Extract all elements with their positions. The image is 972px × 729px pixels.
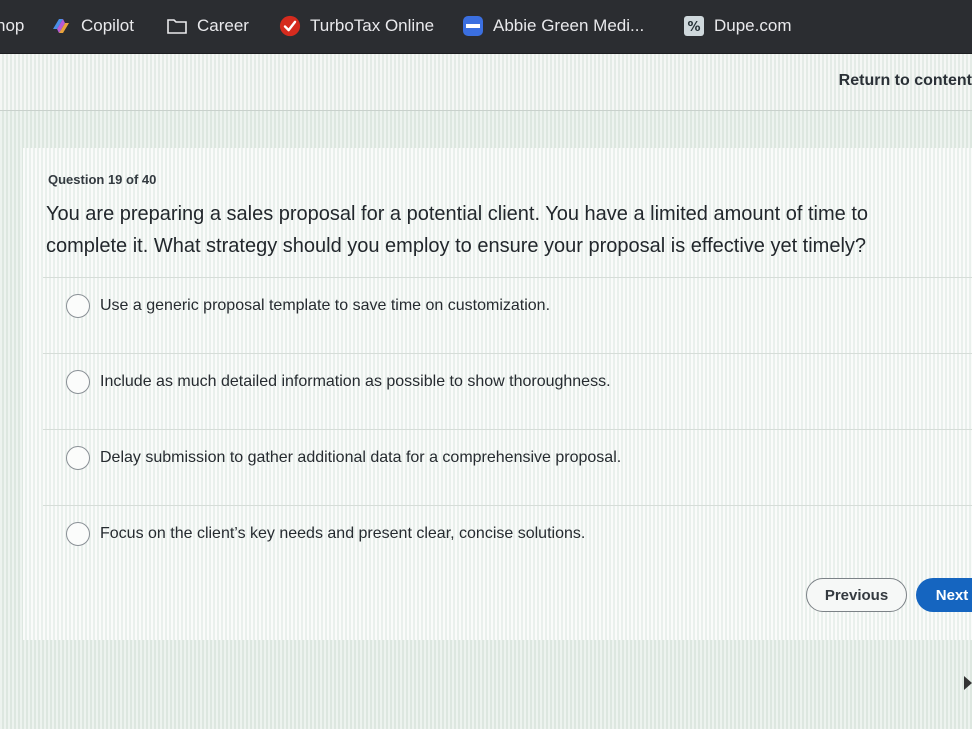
bookmark-copilot[interactable]: Copilot	[50, 13, 134, 39]
answer-option-3[interactable]: Delay submission to gather additional da…	[43, 429, 972, 485]
bookmark-label: TurboTax Online	[310, 16, 435, 35]
question-text: You are preparing a sales proposal for a…	[46, 203, 869, 257]
page-header: Return to content	[0, 54, 972, 111]
bookmark-turbotax[interactable]: TurboTax Online	[279, 13, 434, 39]
svg-text:%: %	[687, 20, 700, 35]
previous-button[interactable]: Previous	[806, 578, 907, 612]
answer-option-2[interactable]: Include as much detailed information as …	[43, 353, 972, 409]
radio-button[interactable]	[66, 293, 90, 318]
next-button[interactable]: Next	[916, 578, 972, 612]
medical-icon	[462, 15, 484, 37]
return-to-content-link[interactable]: Return to content	[839, 72, 972, 90]
folder-icon	[166, 15, 188, 37]
copilot-icon	[50, 15, 72, 37]
radio-button[interactable]	[66, 445, 90, 470]
bookmark-label: Abbie Green Medi...	[493, 16, 645, 35]
answer-option-label: Focus on the client’s key needs and pres…	[100, 524, 586, 542]
bookmarks-bar: hop Copilot Career TurboTax Online Abbie…	[0, 0, 972, 54]
question-card: Question 19 of 40 You are preparing a sa…	[23, 148, 972, 640]
bookmark-abbie-green[interactable]: Abbie Green Medi...	[462, 13, 644, 39]
bookmark-label: Dupe.com	[714, 16, 792, 35]
bookmark-dupe[interactable]: % Dupe.com	[683, 13, 791, 39]
radio-button[interactable]	[66, 369, 90, 394]
bookmark-career[interactable]: Career	[166, 13, 249, 39]
answer-option-1[interactable]: Use a generic proposal template to save …	[43, 277, 972, 333]
bookmark-shop[interactable]: hop	[0, 13, 24, 39]
turbotax-check-icon	[279, 15, 301, 37]
cursor-icon	[964, 676, 972, 690]
question-counter: Question 19 of 40	[48, 172, 157, 187]
bookmark-label: Career	[197, 16, 249, 35]
dupe-icon: %	[683, 15, 705, 37]
answer-option-4[interactable]: Focus on the client’s key needs and pres…	[43, 505, 972, 561]
answer-option-label: Use a generic proposal template to save …	[100, 296, 551, 314]
answer-option-label: Include as much detailed information as …	[100, 372, 611, 390]
radio-button[interactable]	[66, 521, 90, 546]
bookmark-label: Copilot	[81, 16, 134, 35]
answer-option-label: Delay submission to gather additional da…	[100, 448, 622, 466]
bookmark-label: hop	[0, 16, 25, 35]
